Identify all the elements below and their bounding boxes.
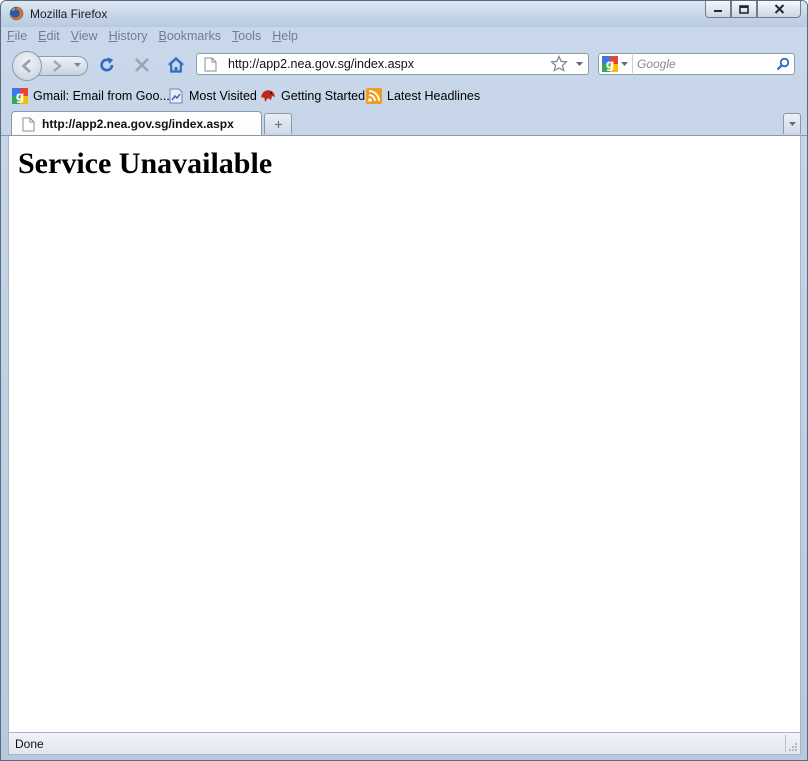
home-button[interactable]	[166, 55, 186, 75]
list-all-tabs-button[interactable]	[783, 113, 801, 134]
search-box[interactable]: g Google	[598, 53, 795, 75]
bookmark-label: Latest Headlines	[387, 89, 481, 103]
maximize-button[interactable]	[731, 1, 757, 18]
close-icon	[774, 4, 784, 14]
menu-tools[interactable]: Tools	[232, 29, 261, 47]
firefox-logo-icon	[9, 6, 24, 21]
engine-dropdown-icon	[621, 62, 628, 66]
status-separator	[785, 735, 786, 752]
menu-view[interactable]: View	[71, 29, 98, 47]
menu-bookmarks[interactable]: Bookmarks	[159, 29, 222, 47]
search-placeholder: Google	[637, 57, 676, 71]
back-forward-group	[12, 51, 88, 81]
search-icon[interactable]	[776, 57, 790, 71]
menu-history[interactable]: History	[109, 29, 148, 47]
url-dropdown-icon[interactable]	[576, 62, 583, 67]
tab-strip: http://app2.nea.gov.sg/index.aspx	[1, 109, 807, 136]
page-heading: Service Unavailable	[18, 147, 273, 180]
bookmark-label: Gmail: Email from Goo...	[33, 89, 170, 103]
search-engine-selector[interactable]: g	[600, 55, 633, 73]
stop-button[interactable]	[132, 55, 152, 75]
bookmark-latest-headlines[interactable]: Latest Headlines	[366, 87, 480, 105]
maximize-icon	[739, 4, 749, 14]
minimize-button[interactable]	[705, 1, 731, 18]
bookmark-most-visited[interactable]: Most Visited	[168, 87, 257, 105]
page-icon	[204, 57, 217, 72]
title-bar[interactable]: Mozilla Firefox	[1, 1, 807, 27]
reload-icon	[100, 57, 114, 72]
stop-icon	[135, 58, 149, 72]
status-bar: Done	[8, 732, 801, 755]
window-controls	[705, 1, 801, 19]
bookmark-star-icon[interactable]	[550, 55, 568, 73]
page-icon	[22, 117, 35, 132]
bookmark-gmail[interactable]: g Gmail: Email from Goo...	[12, 87, 170, 105]
most-visited-icon	[169, 88, 183, 104]
minimize-icon	[714, 10, 722, 12]
firefox-icon	[261, 90, 275, 102]
navigation-toolbar: http://app2.nea.gov.sg/index.aspx g Goog…	[1, 47, 807, 83]
menu-help[interactable]: Help	[272, 29, 298, 47]
bookmark-label: Getting Started	[281, 89, 366, 103]
tab-active[interactable]: http://app2.nea.gov.sg/index.aspx	[11, 111, 262, 136]
menu-file[interactable]: File	[7, 29, 27, 47]
menu-edit[interactable]: Edit	[38, 29, 60, 47]
google-icon: g	[12, 88, 28, 104]
page-content: Service Unavailable	[8, 136, 801, 732]
back-button[interactable]	[12, 51, 42, 81]
resize-grip-icon[interactable]	[788, 742, 798, 752]
forward-button[interactable]	[36, 56, 88, 76]
chevron-down-icon	[788, 121, 796, 126]
bookmark-getting-started[interactable]: Getting Started	[260, 87, 365, 105]
google-icon: g	[602, 56, 618, 72]
reload-button[interactable]	[97, 55, 117, 75]
close-button[interactable]	[757, 1, 801, 18]
tab-label: http://app2.nea.gov.sg/index.aspx	[42, 117, 234, 131]
plus-icon	[274, 120, 282, 128]
svg-text:g: g	[606, 58, 615, 72]
back-arrow-icon	[21, 58, 31, 74]
window-title: Mozilla Firefox	[30, 7, 108, 21]
url-bar[interactable]: http://app2.nea.gov.sg/index.aspx	[196, 53, 589, 75]
status-text: Done	[15, 737, 44, 751]
bookmarks-toolbar: g Gmail: Email from Goo... Most Visited …	[1, 86, 807, 106]
menu-bar: File Edit View History Bookmarks Tools H…	[7, 29, 309, 47]
history-dropdown-icon	[74, 63, 81, 67]
home-icon	[168, 56, 184, 73]
forward-arrow-icon	[53, 60, 62, 72]
browser-window: Mozilla Firefox File Edit View History B…	[0, 0, 808, 761]
new-tab-button[interactable]	[264, 113, 292, 134]
rss-icon	[366, 88, 382, 104]
svg-text:g: g	[16, 90, 25, 104]
url-text[interactable]: http://app2.nea.gov.sg/index.aspx	[228, 57, 414, 71]
bookmark-label: Most Visited	[189, 89, 257, 103]
